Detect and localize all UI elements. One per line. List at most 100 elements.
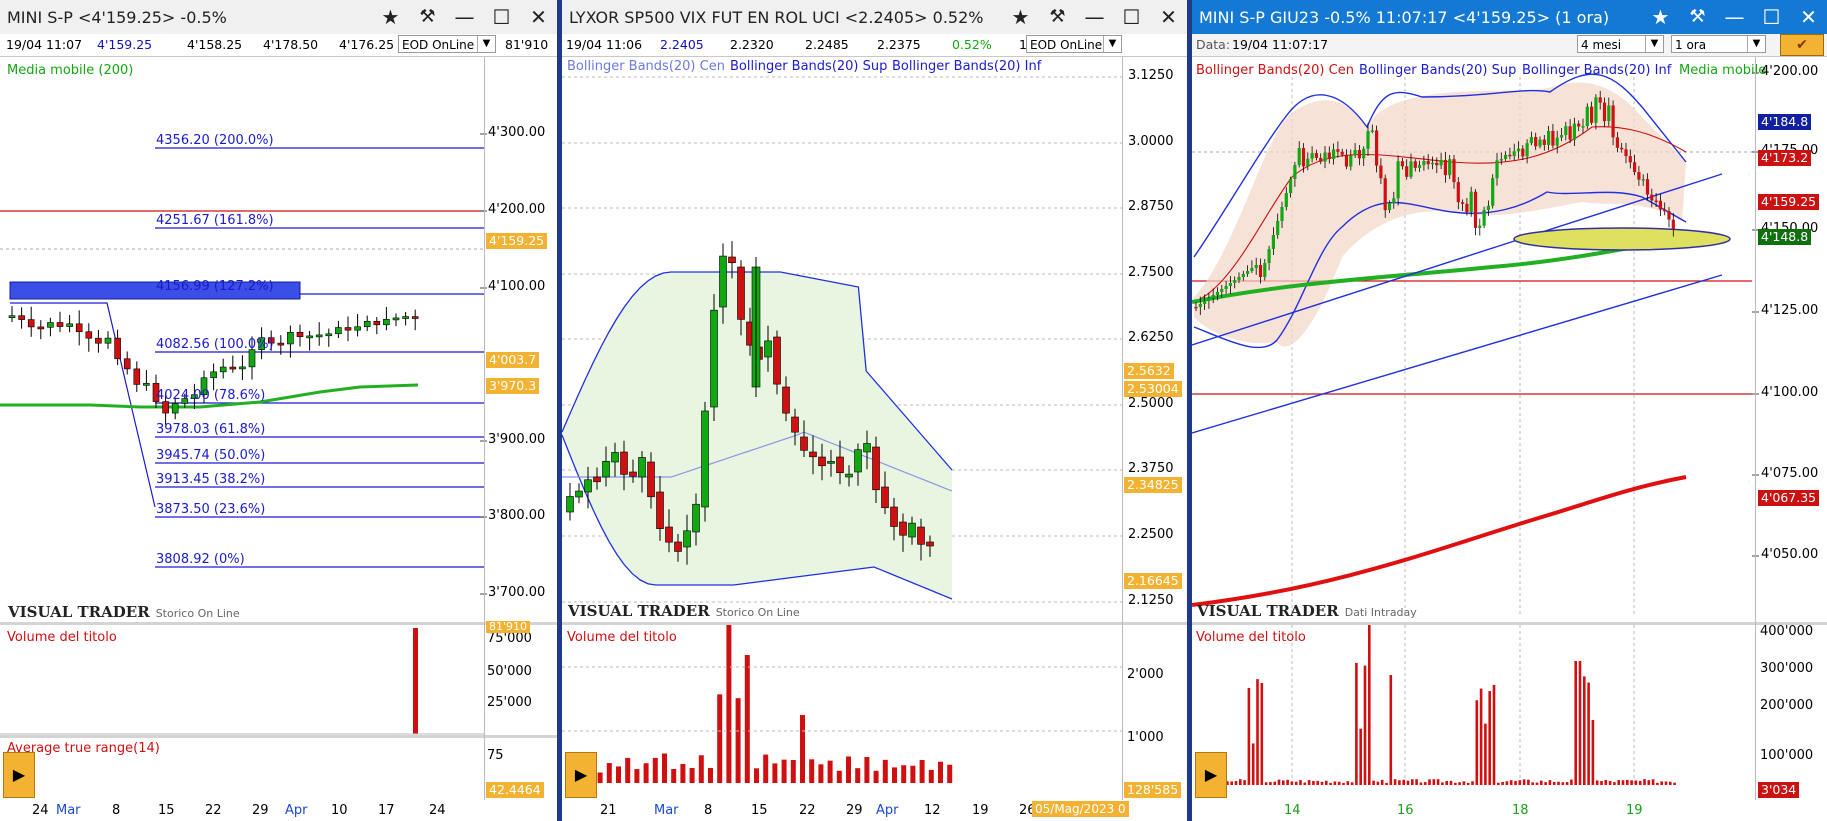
candle-body xyxy=(629,471,637,477)
chevron-down-icon[interactable]: ▼ xyxy=(1103,36,1121,52)
candle-body xyxy=(1336,149,1340,152)
volume-bar xyxy=(1518,780,1522,785)
close-button[interactable]: ✕ xyxy=(1790,0,1827,34)
candle-body xyxy=(1422,160,1426,166)
chevron-down-icon[interactable]: ▼ xyxy=(477,36,495,52)
x-axis-label: 21 xyxy=(600,803,617,818)
play-icon[interactable]: ▶ xyxy=(3,752,35,798)
star-icon[interactable]: ★ xyxy=(1002,0,1039,34)
x-axis-label: 22 xyxy=(799,803,816,818)
candle-body xyxy=(1323,152,1327,162)
volume-bar xyxy=(689,767,695,783)
mode-select[interactable]: EOD OnLine ▼ xyxy=(398,35,496,53)
x-axis-label: 8 xyxy=(704,803,713,818)
candle-body xyxy=(1370,130,1374,132)
candle-body xyxy=(1559,134,1564,138)
price-tag-5: 4'067.35 xyxy=(1758,490,1820,506)
candle-body xyxy=(1418,165,1422,168)
candle-body xyxy=(1448,159,1452,176)
volume-bar xyxy=(1664,781,1668,785)
volume-bar xyxy=(1406,780,1410,785)
candle-body xyxy=(1637,172,1641,180)
volume-bar xyxy=(947,764,953,783)
title-bar[interactable]: LYXOR SP500 VIX FUT EN ROL UCI <2.2405> … xyxy=(562,0,1187,34)
price-chart[interactable] xyxy=(0,57,557,625)
volume-bar xyxy=(1458,782,1461,785)
volume-bar xyxy=(1402,779,1405,785)
volume-bar xyxy=(1617,780,1620,785)
candle-body xyxy=(1611,105,1615,138)
close-button[interactable]: ✕ xyxy=(520,0,557,34)
star-icon[interactable]: ★ xyxy=(372,0,409,34)
price-chart[interactable] xyxy=(562,57,1187,625)
price-axis-label: 2.6250 xyxy=(1128,330,1174,345)
hammer-icon[interactable]: ⚒ xyxy=(409,0,446,34)
play-icon[interactable]: ▶ xyxy=(1195,752,1227,798)
maximize-button[interactable]: ☐ xyxy=(1753,0,1790,34)
volume-title: Volume del titolo xyxy=(567,630,677,645)
price-axis-label: 2.7500 xyxy=(1128,265,1174,280)
minimize-button[interactable]: — xyxy=(446,0,483,34)
maximize-button[interactable]: ☐ xyxy=(1113,0,1150,34)
hammer-icon[interactable]: ⚒ xyxy=(1039,0,1076,34)
candle-body xyxy=(908,522,916,538)
volume-bar xyxy=(1294,781,1298,785)
candle-body xyxy=(1194,307,1198,309)
interval-select[interactable]: 1 ora ▼ xyxy=(1671,35,1766,53)
volume-bar xyxy=(662,753,667,783)
volume-bar xyxy=(1462,781,1466,785)
candle-body xyxy=(1525,143,1529,157)
volume-bar xyxy=(1273,781,1276,785)
quote-time: 19/04 11:06 xyxy=(566,37,643,52)
maximize-button[interactable]: ☐ xyxy=(483,0,520,34)
close-button[interactable]: ✕ xyxy=(1150,0,1187,34)
pane-separator[interactable] xyxy=(0,735,557,738)
volume-bar xyxy=(1514,780,1517,785)
play-icon[interactable]: ▶ xyxy=(565,752,597,798)
chevron-down-icon[interactable]: ▼ xyxy=(1747,36,1765,52)
volume-bar xyxy=(846,756,851,783)
chevron-down-icon[interactable]: ✔ xyxy=(1780,34,1824,56)
candle-body xyxy=(602,460,610,478)
candle-body xyxy=(854,449,862,473)
candle-body xyxy=(782,386,790,414)
candle-body xyxy=(1362,148,1366,159)
volume-bar xyxy=(1363,665,1367,785)
candle-body xyxy=(638,457,646,478)
volume-bar xyxy=(1398,780,1401,785)
volume-bar xyxy=(1583,676,1586,785)
volume-bar xyxy=(827,760,833,783)
volume-bar xyxy=(1423,782,1427,785)
hammer-icon[interactable]: ⚒ xyxy=(1679,0,1716,34)
volume-chart[interactable] xyxy=(1192,625,1827,801)
volume-bar xyxy=(938,761,943,783)
minimize-button[interactable]: — xyxy=(1076,0,1113,34)
minimize-button[interactable]: — xyxy=(1716,0,1753,34)
title-bar[interactable]: MINI S-P <4'159.25> -0.5% ★ ⚒ — ☐ ✕ xyxy=(0,0,557,34)
candle-body xyxy=(1482,209,1486,226)
volume-chart[interactable] xyxy=(562,625,1187,801)
volume-bar xyxy=(744,655,750,783)
chevron-down-icon[interactable]: ▼ xyxy=(1645,36,1663,52)
candle-body xyxy=(1568,126,1572,140)
candle-body xyxy=(611,452,619,463)
volume-bar xyxy=(809,759,815,783)
mode-select-value: EOD OnLine xyxy=(402,38,475,52)
candle-body xyxy=(8,315,16,319)
mode-select[interactable]: EOD OnLine ▼ xyxy=(1026,35,1122,53)
price-chart[interactable] xyxy=(1192,57,1827,625)
candle-body xyxy=(1615,137,1619,148)
period-select[interactable]: 4 mesi ▼ xyxy=(1577,35,1664,53)
candle-body xyxy=(566,496,574,513)
chart-panel-lyxor-vix: LYXOR SP500 VIX FUT EN ROL UCI <2.2405> … xyxy=(562,0,1187,821)
title-bar[interactable]: MINI S-P GIU23 -0.5% 11:07:17 <4'159.25>… xyxy=(1192,0,1827,34)
brand-subtitle: Storico On Line xyxy=(715,606,800,619)
price-axis-label: 4'075.00 xyxy=(1761,466,1819,481)
star-icon[interactable]: ★ xyxy=(1642,0,1679,34)
candle-body xyxy=(1258,265,1263,277)
candle-body xyxy=(1452,159,1456,183)
quote-low: 2.2320 xyxy=(730,37,774,52)
volume-bar xyxy=(1531,782,1534,785)
volume-bar xyxy=(1479,688,1483,785)
volume-bar xyxy=(1466,782,1470,785)
